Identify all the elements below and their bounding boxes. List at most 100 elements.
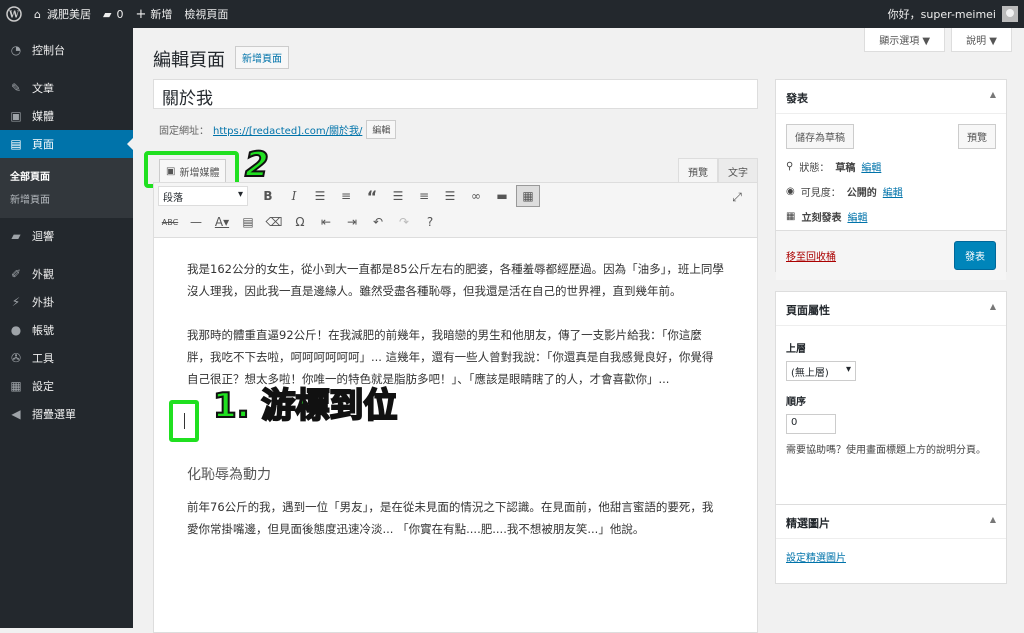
eye-icon: ◉	[786, 186, 795, 197]
sidebar-item-collapse[interactable]: ◀ 摺疊選單	[0, 400, 133, 428]
paste-text-icon[interactable]: ▤	[236, 211, 260, 233]
bullet-list-icon[interactable]: ☰	[308, 185, 332, 207]
editor: ▣ 新增媒體 2 預覽 文字 段落 ▾ B I ☰ ≡ “ ☰ ≡ ☰ ∞ ▬ ▦	[144, 144, 758, 633]
chevron-down-icon: ▾	[237, 189, 243, 200]
help-button[interactable]: 說明 ▼	[951, 28, 1012, 52]
sidebar-item-media[interactable]: ▣ 媒體	[0, 102, 133, 130]
toggle-arrow-icon[interactable]: ▲	[990, 515, 996, 528]
featured-image-title: 精選圖片	[786, 517, 830, 530]
move-to-trash-link[interactable]: 移至回收桶	[786, 248, 836, 263]
media-icon: ▣	[10, 109, 22, 123]
strikethrough-icon[interactable]: ABC	[158, 211, 182, 233]
link-icon[interactable]: ∞	[464, 185, 488, 207]
content-subheading: 化恥辱為動力	[187, 467, 271, 483]
sidebar-item-tools[interactable]: ✇ 工具	[0, 344, 133, 372]
format-select[interactable]: 段落 ▾	[158, 186, 248, 206]
help-text: 需要協助嗎？使用畫面標題上方的說明分頁。	[786, 445, 986, 456]
admin-sidebar: ◔ 控制台 ✎ 文章 ▣ 媒體 ▤ 頁面 全部頁面 新增頁面 ▰ 迴響 ✐ 外觀 ⚡ 外掛 ●…	[0, 28, 133, 628]
set-featured-image-link[interactable]: 設定精選圖片	[786, 553, 846, 564]
brush-icon: ✐	[10, 267, 22, 281]
chevron-down-icon: ▾	[845, 364, 851, 375]
wrench-icon: ✇	[10, 351, 22, 365]
schedule-edit-link[interactable]: 編輯	[847, 209, 867, 224]
plus-icon: +	[135, 6, 147, 22]
pages-submenu: 全部頁面 新增頁面	[0, 158, 133, 218]
admin-bar: W ⌂ 減肥美居 ▰ 0 + 新增 檢視頁面 你好，super-meimei	[0, 0, 1024, 28]
clear-formatting-icon[interactable]: ⌫	[262, 211, 286, 233]
sidebar-item-dashboard[interactable]: ◔ 控制台	[0, 36, 133, 64]
page-attributes-box: 頁面屬性 ▲ 上層 (無上層) ▾ 順序 0 需要協助嗎？使用畫面標題上方的說明分頁…	[775, 291, 1007, 511]
featured-image-box: 精選圖片 ▲ 設定精選圖片	[775, 504, 1007, 584]
home-icon: ⌂	[34, 7, 41, 21]
permalink-row: 固定網址： https://[redacted].com/關於我/ 編輯	[159, 120, 397, 139]
plugin-icon: ⚡	[11, 295, 21, 309]
preview-button[interactable]: 預覽	[958, 124, 996, 149]
sidebar-item-posts[interactable]: ✎ 文章	[0, 74, 133, 102]
permalink-edit-button[interactable]: 編輯	[366, 120, 397, 139]
undo-icon[interactable]: ↶	[366, 211, 390, 233]
pin-icon: ✎	[10, 81, 22, 95]
content-paragraph-3: 前年76公斤的我，遇到一位「男友」，是在從未見面的情況之下認識。在見面前，他甜言…	[187, 500, 714, 536]
toggle-arrow-icon[interactable]: ▲	[990, 302, 996, 315]
publish-box-title: 發表	[786, 92, 808, 105]
text-color-icon[interactable]: A▾	[210, 211, 234, 233]
align-center-icon[interactable]: ≡	[412, 185, 436, 207]
italic-icon[interactable]: I	[282, 185, 306, 207]
user-icon: ●	[10, 323, 22, 337]
save-draft-button[interactable]: 儲存為草稿	[786, 124, 854, 149]
horizontal-line-icon[interactable]: —	[184, 211, 208, 233]
publish-button[interactable]: 發表	[954, 241, 996, 270]
annotation-step-2: 2	[244, 144, 270, 186]
submenu-add-new-page[interactable]: 新增頁面	[0, 187, 133, 210]
visibility-edit-link[interactable]: 編輯	[883, 184, 903, 199]
editor-toolbar: 段落 ▾ B I ☰ ≡ “ ☰ ≡ ☰ ∞ ▬ ▦ ABC — A▾ ▤ ⌫ Ω…	[153, 182, 758, 238]
sidebar-item-pages[interactable]: ▤ 頁面	[0, 130, 133, 158]
sidebar-item-appearance[interactable]: ✐ 外觀	[0, 260, 133, 288]
outdent-icon[interactable]: ⇤	[314, 211, 338, 233]
redo-icon[interactable]: ↷	[392, 211, 416, 233]
sidebar-item-users[interactable]: ● 帳號	[0, 316, 133, 344]
page-icon: ▤	[10, 137, 22, 151]
cursor-position: 1. 游標到位	[169, 388, 724, 446]
dashboard-icon: ◔	[10, 43, 22, 57]
post-title-input[interactable]: 關於我	[153, 79, 758, 109]
comment-icon: ▰	[11, 229, 21, 243]
sidebar-item-plugins[interactable]: ⚡ 外掛	[0, 288, 133, 316]
order-input[interactable]: 0	[786, 414, 836, 434]
new-content-link[interactable]: + 新增	[129, 0, 178, 28]
content-paragraph-1: 我是162公分的女生，從小到大一直都是85公斤左右的肥婆，各種羞辱都經歷過。因為…	[187, 262, 724, 298]
special-character-icon[interactable]: Ω	[288, 211, 312, 233]
indent-icon[interactable]: ⇥	[340, 211, 364, 233]
editor-content[interactable]: 我是162公分的女生，從小到大一直都是85公斤左右的肥婆，各種羞辱都經歷過。因為…	[153, 238, 758, 633]
numbered-list-icon[interactable]: ≡	[334, 185, 358, 207]
comments-link[interactable]: ▰ 0	[97, 0, 129, 28]
toolbar-toggle-icon[interactable]: ▦	[516, 185, 540, 207]
sidebar-item-settings[interactable]: ▦ 設定	[0, 372, 133, 400]
bold-icon[interactable]: B	[256, 185, 280, 207]
sidebar-item-comments[interactable]: ▰ 迴響	[0, 222, 133, 250]
blockquote-icon[interactable]: “	[360, 185, 384, 207]
add-new-page-button[interactable]: 新增頁面	[235, 46, 289, 69]
calendar-icon: ▦	[786, 211, 796, 222]
screen-options-button[interactable]: 顯示選項 ▼	[864, 28, 946, 52]
tab-text[interactable]: 文字	[718, 158, 758, 184]
permalink-url[interactable]: https://[redacted].com/關於我/	[213, 122, 362, 137]
user-account-link[interactable]: 你好，super-meimei	[882, 0, 1024, 28]
status-edit-link[interactable]: 編輯	[861, 159, 881, 174]
align-left-icon[interactable]: ☰	[386, 185, 410, 207]
read-more-icon[interactable]: ▬	[490, 185, 514, 207]
svg-text:W: W	[8, 11, 20, 21]
view-page-link[interactable]: 檢視頁面	[178, 0, 234, 28]
keyboard-shortcuts-icon[interactable]: ?	[418, 211, 442, 233]
fullscreen-icon[interactable]: ⤢	[725, 186, 749, 208]
parent-page-select[interactable]: (無上層) ▾	[786, 361, 856, 381]
site-name-link[interactable]: ⌂ 減肥美居	[28, 0, 97, 28]
submenu-all-pages[interactable]: 全部頁面	[0, 164, 133, 187]
toggle-arrow-icon[interactable]: ▲	[990, 90, 996, 103]
tab-visual[interactable]: 預覽	[678, 158, 718, 184]
wordpress-logo-icon[interactable]: W	[0, 0, 28, 28]
settings-icon: ▦	[10, 379, 22, 393]
avatar	[1002, 6, 1018, 22]
content-paragraph-2: 我那時的體重直逼92公斤！在我減肥的前幾年，我暗戀的男生和他朋友，傳了一支影片給…	[187, 328, 714, 386]
align-right-icon[interactable]: ☰	[438, 185, 462, 207]
